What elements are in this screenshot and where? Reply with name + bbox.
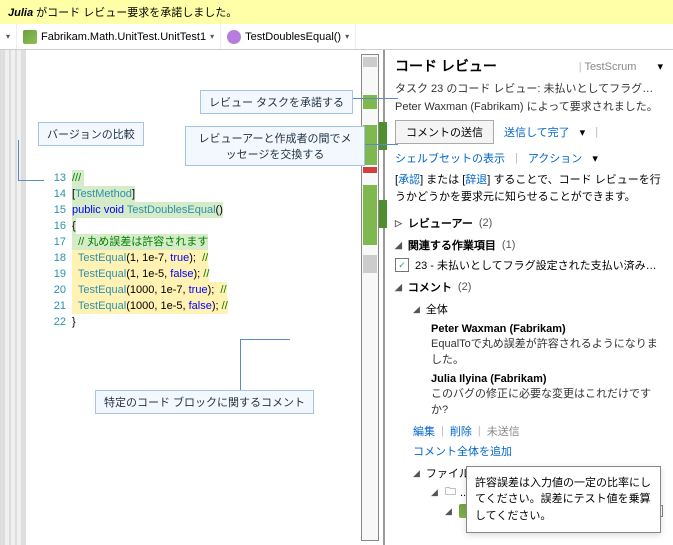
comment-tooltip: 許容誤差は入力値の一定の比率にしてください。誤差にテスト値を乗算してください。: [466, 466, 661, 534]
add-overall-comment-link[interactable]: コメント全体を追加: [413, 446, 512, 458]
code-line[interactable]: {: [72, 218, 76, 234]
collapse-icon: ◢: [395, 282, 402, 293]
method-dropdown[interactable]: TestDoublesEqual() ▾: [221, 24, 356, 49]
collapse-icon: ◢: [413, 468, 420, 479]
comment-body: EqualToで丸め誤差が許容されるようになりました。: [431, 335, 663, 367]
line-number: 14: [48, 186, 72, 202]
chevron-down-icon[interactable]: ▾: [580, 126, 586, 139]
callout-accept-task: レビュー タスクを承諾する: [200, 90, 353, 114]
code-review-panel: コード レビュー | TestScrum ▾ タスク 23 のコード レビュー:…: [385, 50, 673, 545]
line-number: 20: [48, 282, 72, 298]
section-reviewers[interactable]: ▷ レビューアー (2): [395, 215, 663, 231]
unsent-label: 未送信: [487, 423, 520, 439]
notification-banner: Julia がコード レビュー要求を承諾しました。: [0, 0, 673, 24]
comment-author: Julia Ilyina (Fabrikam): [431, 373, 663, 385]
line-number: 15: [48, 202, 72, 218]
panel-title: コード レビュー: [395, 56, 497, 76]
comment-body: このバグの修正に必要な変更はこれだけですか?: [431, 385, 663, 417]
nav-back-dropdown[interactable]: ▾: [0, 24, 17, 49]
test-method-icon: [227, 30, 241, 44]
callout-compare-versions: バージョンの比較: [38, 122, 144, 146]
decline-link[interactable]: 辞退: [465, 174, 487, 186]
review-subtitle: タスク 23 のコード レビュー: 未払いとしてフラグ設定され…: [395, 80, 663, 96]
line-number: 21: [48, 298, 72, 314]
expand-icon: ▷: [395, 218, 402, 229]
folder-icon: 🗀: [445, 483, 456, 502]
actions-link[interactable]: アクション: [528, 150, 582, 166]
comment-author: Peter Waxman (Fabrikam): [431, 323, 663, 335]
line-number: 16: [48, 218, 72, 234]
subsection-overall[interactable]: ◢ 全体: [413, 301, 663, 317]
chevron-down-icon[interactable]: ▾: [592, 152, 598, 165]
file-name: Fabrikam.Math.UnitTest.UnitTest1: [41, 31, 206, 43]
project-name: TestScrum: [584, 61, 636, 73]
approve-link[interactable]: 承認: [398, 174, 420, 186]
send-and-finish-link[interactable]: 送信して完了: [504, 124, 570, 140]
send-comment-button[interactable]: コメントの送信: [395, 120, 494, 144]
code-line[interactable]: }: [72, 314, 76, 330]
code-line[interactable]: TestEqual(1, 1e-7, true); //: [72, 250, 208, 266]
section-workitems[interactable]: ◢ 関連する作業項目 (1): [395, 237, 663, 253]
code-line[interactable]: TestEqual(1000, 1e-5, false); //: [72, 298, 228, 314]
code-editor: 13/// 14[TestMethod]15public void TestDo…: [0, 50, 385, 545]
collapse-icon: ◢: [413, 304, 420, 315]
code-block[interactable]: 13/// 14[TestMethod]15public void TestDo…: [48, 170, 228, 330]
chevron-down-icon: ▾: [210, 32, 214, 41]
code-line[interactable]: ///: [72, 170, 84, 186]
code-line[interactable]: TestEqual(1, 1e-5, false); //: [72, 266, 209, 282]
approve-decline-note: [承認] または [辞退] することで、コード レビューを行うかどうかを要求元に…: [395, 172, 663, 205]
line-number: 17: [48, 234, 72, 250]
line-number: 13: [48, 170, 72, 186]
workitem-row[interactable]: ✓ 23 - 未払いとしてフラグ設定された支払い済み…: [395, 257, 663, 273]
edit-link[interactable]: 編集: [413, 423, 435, 439]
file-dropdown[interactable]: Fabrikam.Math.UnitTest.UnitTest1 ▾: [17, 24, 221, 49]
banner-user: Julia: [8, 7, 33, 19]
collapse-icon: ◢: [395, 240, 402, 251]
code-line[interactable]: TestEqual(1000, 1e-7, true); //: [72, 282, 227, 298]
csharp-file-icon: [23, 30, 37, 44]
code-line[interactable]: [TestMethod]: [72, 186, 135, 202]
method-name: TestDoublesEqual(): [245, 31, 341, 43]
chevron-down-icon[interactable]: ▾: [657, 61, 663, 73]
callout-exchange-messages: レビューアーと作成者の間でメッセージを交換する: [185, 126, 365, 166]
workitem-icon: ✓: [395, 258, 409, 272]
breadcrumb-toolbar: ▾ Fabrikam.Math.UnitTest.UnitTest1 ▾ Tes…: [0, 24, 673, 50]
line-number: 19: [48, 266, 72, 282]
workitem-title: 23 - 未払いとしてフラグ設定された支払い済み…: [415, 257, 657, 273]
chevron-down-icon: ▾: [6, 32, 10, 41]
delete-link[interactable]: 削除: [450, 423, 472, 439]
code-line[interactable]: public void TestDoublesEqual(): [72, 202, 223, 218]
line-number: 18: [48, 250, 72, 266]
collapse-icon: ◢: [431, 487, 441, 498]
section-comments[interactable]: ◢ コメント (2): [395, 279, 663, 295]
collapse-icon: ◢: [445, 506, 455, 517]
line-number: 22: [48, 314, 72, 330]
callout-block-comment: 特定のコード ブロックに関するコメント: [95, 390, 314, 414]
code-line[interactable]: // 丸め誤差は許容されます: [72, 234, 208, 250]
chevron-down-icon: ▾: [345, 32, 349, 41]
review-requester: Peter Waxman (Fabrikam) によって要求されました。: [395, 98, 663, 114]
view-shelveset-link[interactable]: シェルブセットの表示: [395, 150, 505, 166]
